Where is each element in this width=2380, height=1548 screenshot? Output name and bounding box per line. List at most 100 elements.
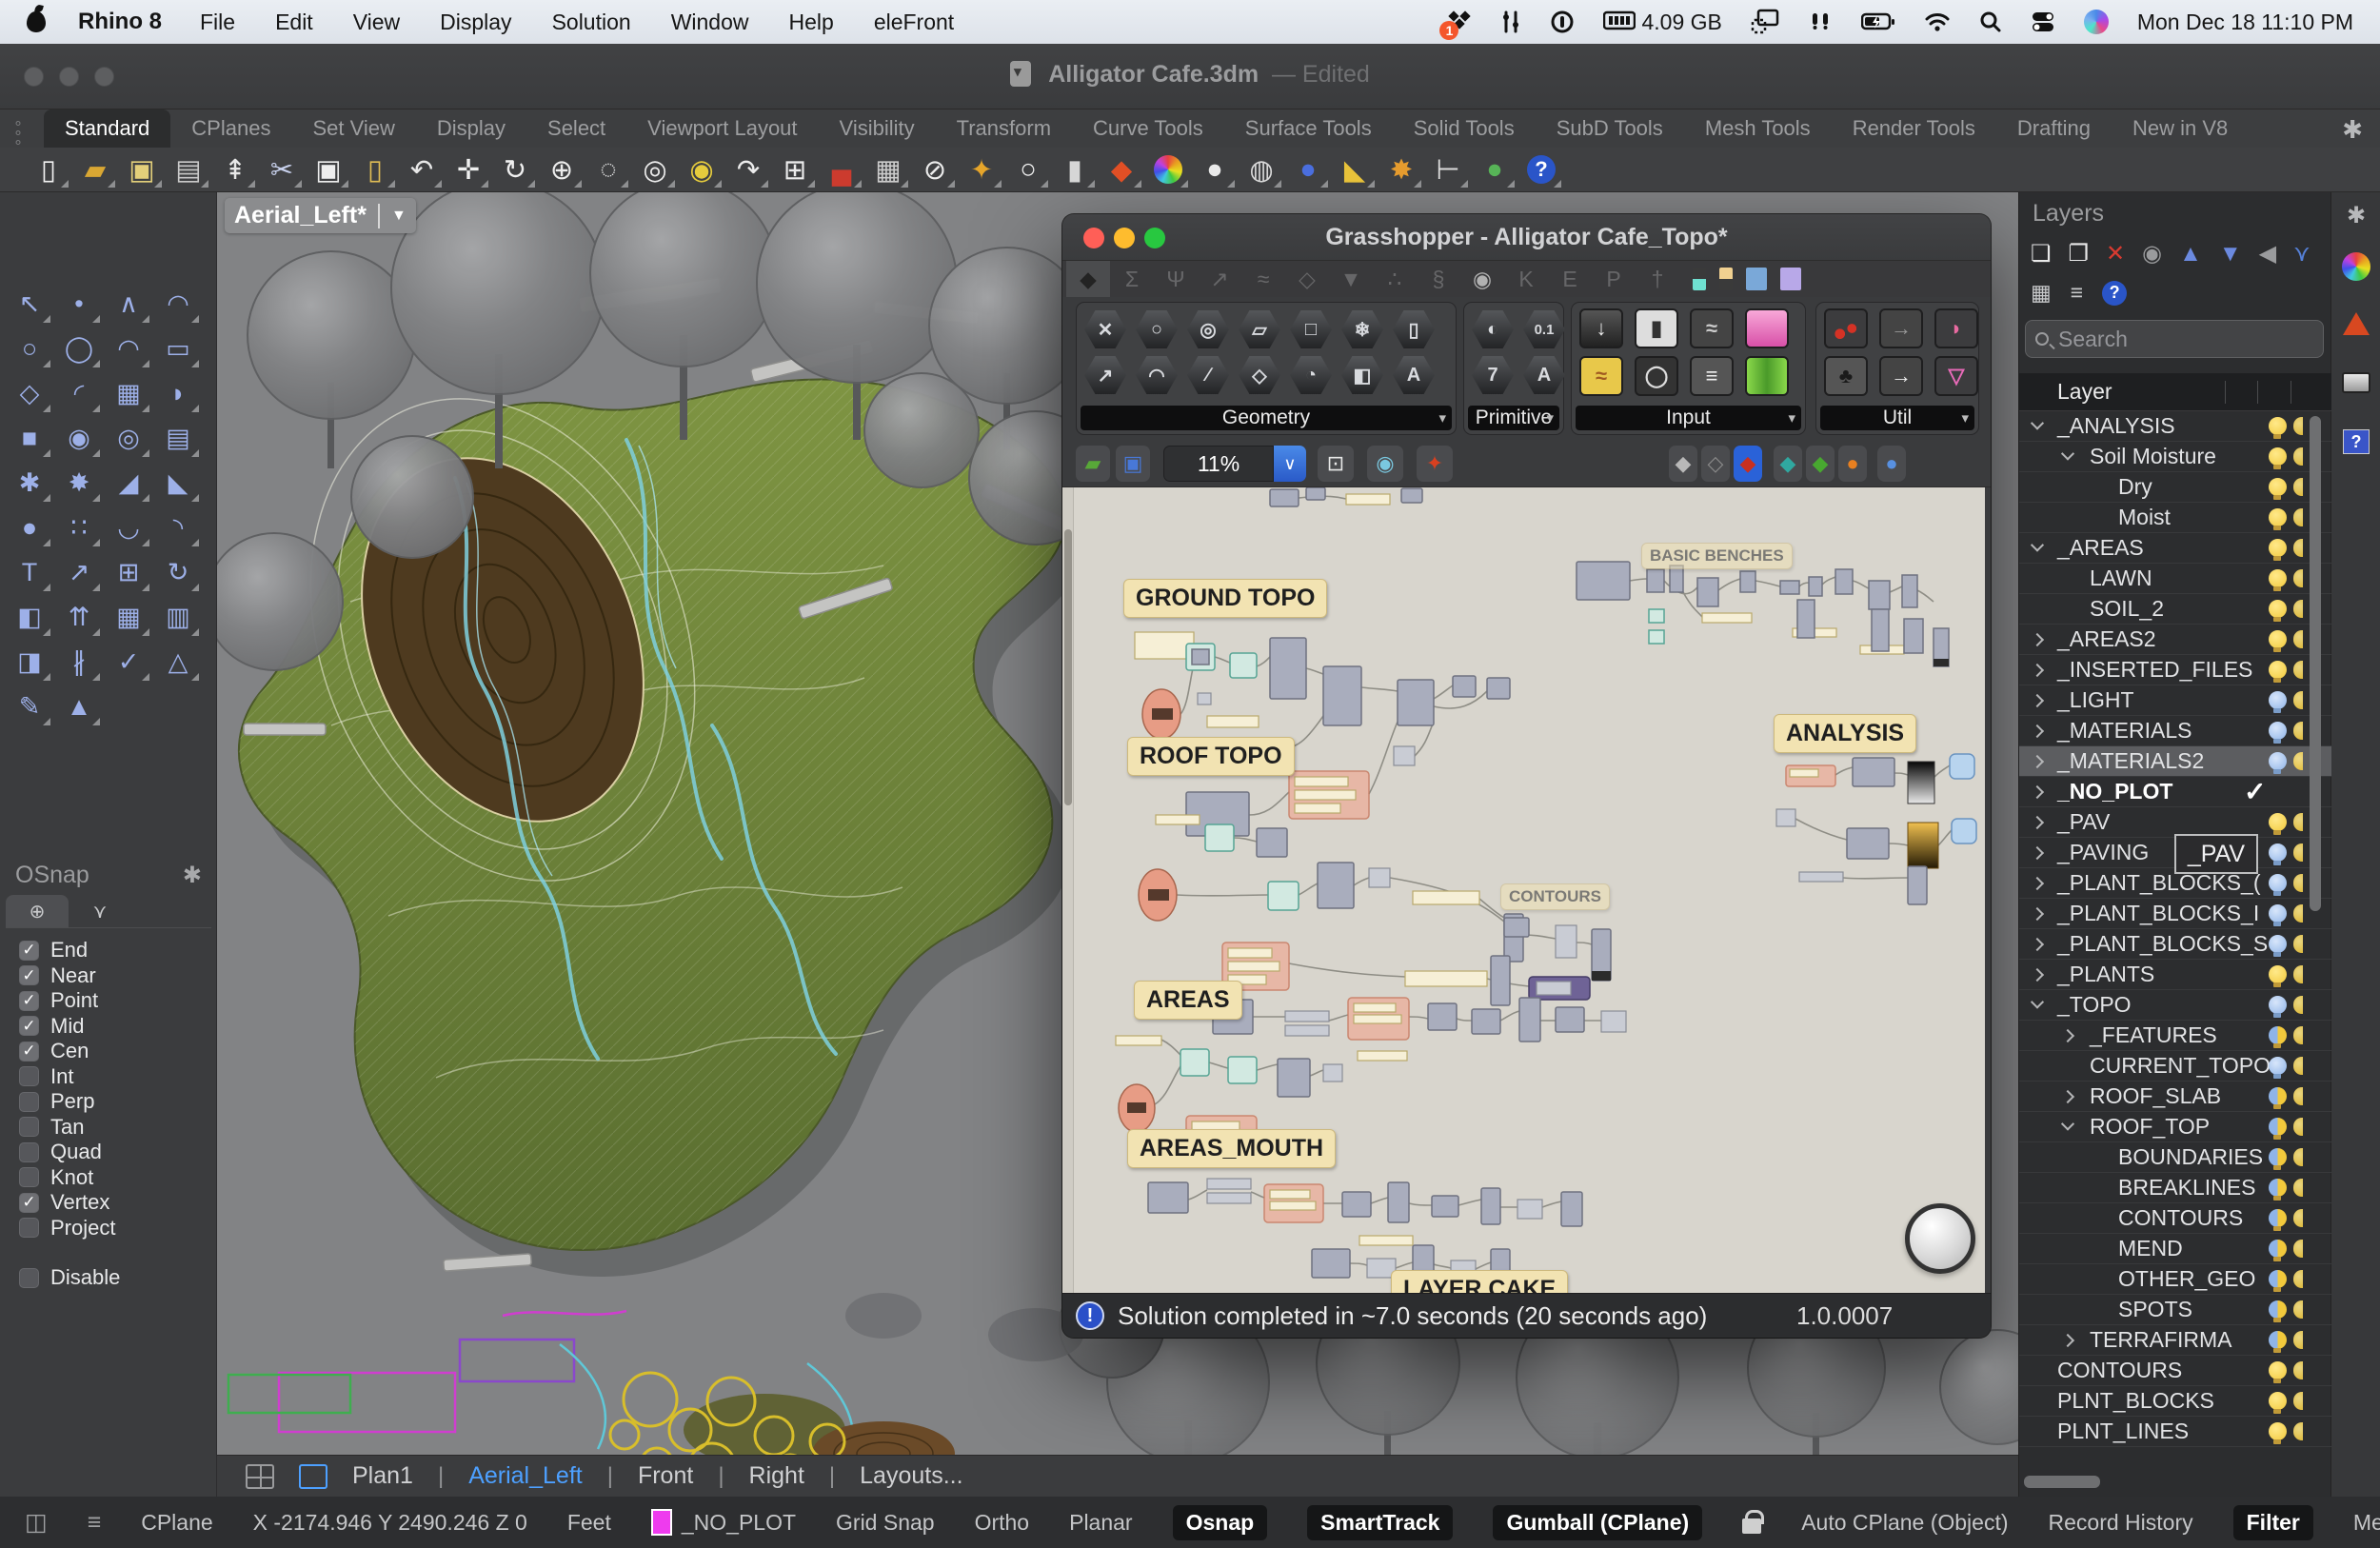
- layer-expand-chevron[interactable]: [2061, 1029, 2074, 1042]
- layer-row[interactable]: _PLANT_BLOCKS_S: [2019, 929, 2331, 960]
- print-icon[interactable]: ▤: [167, 149, 210, 189]
- light-bulb-icon[interactable]: ○: [1006, 149, 1050, 189]
- display-panel-tab[interactable]: [2341, 251, 2371, 282]
- tab-transform[interactable]: Transform: [936, 109, 1072, 148]
- named-view-car-icon[interactable]: ▄: [820, 149, 863, 189]
- layer-row[interactable]: _INSERTED_FILES: [2019, 655, 2331, 685]
- lock-icon[interactable]: ▮: [1053, 149, 1097, 189]
- circle-tool-icon[interactable]: ○: [8, 328, 51, 368]
- layer-visibility-bulb-icon[interactable]: [2269, 661, 2287, 679]
- layer-visibility-bulb-icon[interactable]: [2269, 874, 2287, 892]
- control-center-icon[interactable]: [2031, 10, 2055, 33]
- layer-plot-bulb-icon[interactable]: [2293, 1270, 2303, 1288]
- layer-plot-bulb-icon[interactable]: [2293, 904, 2303, 923]
- layer-visibility-bulb-icon[interactable]: [2269, 539, 2287, 557]
- layer-hscrollbar[interactable]: [2024, 1476, 2100, 1488]
- rotate-view-icon[interactable]: ↻: [493, 149, 537, 189]
- sets-tab[interactable]: Ψ: [1154, 261, 1198, 297]
- layer-expand-chevron[interactable]: [2031, 996, 2044, 1009]
- osnap-checkbox-vertex[interactable]: ✓: [19, 1193, 39, 1213]
- gh-canvas-scrollbar[interactable]: [1062, 487, 1074, 1293]
- gh-component-circle-icon[interactable]: ○: [1136, 310, 1178, 348]
- export-icon[interactable]: ⇞: [213, 149, 257, 189]
- sun-cone-icon[interactable]: ◣: [1333, 149, 1377, 189]
- viewport-tab-aerial_left[interactable]: Aerial_Left: [468, 1462, 583, 1490]
- layer-visibility-bulb-icon[interactable]: [2269, 935, 2287, 953]
- status-filter[interactable]: Filter: [2233, 1505, 2313, 1540]
- explode-tool-icon[interactable]: ✱: [8, 463, 51, 503]
- tab-set-view[interactable]: Set View: [291, 109, 415, 148]
- perspective-grid-icon[interactable]: ▦: [866, 149, 910, 189]
- gh-swatch-icon[interactable]: [1780, 268, 1801, 290]
- tab-mesh-tools[interactable]: Mesh Tools: [1684, 109, 1832, 148]
- undo-icon[interactable]: ↶: [400, 149, 444, 189]
- gh-component-relay-gray-icon[interactable]: →: [1879, 308, 1923, 348]
- help-icon[interactable]: ?: [1519, 149, 1563, 189]
- gh-component-cherry-icon[interactable]: [1824, 308, 1868, 348]
- orient-tool-icon[interactable]: ∦: [57, 642, 101, 682]
- layer-expand-chevron[interactable]: [2061, 1118, 2074, 1131]
- toolbar-grip[interactable]: ∘∘∘: [13, 119, 25, 148]
- layer-plot-bulb-icon[interactable]: [2293, 1331, 2303, 1349]
- surface-from-points-tool-icon[interactable]: ▦: [107, 373, 150, 413]
- layer-row[interactable]: BOUNDARIES: [2019, 1142, 2331, 1173]
- surface-grid-tool-icon[interactable]: ▤: [156, 418, 200, 458]
- layer-row[interactable]: _ANALYSIS: [2019, 411, 2331, 442]
- layer-plot-bulb-icon[interactable]: [2293, 1148, 2303, 1166]
- layer-plot-bulb-icon[interactable]: [2293, 1026, 2303, 1044]
- tab-display[interactable]: Display: [416, 109, 526, 148]
- plugin-tab[interactable]: †: [1636, 261, 1679, 297]
- battery-icon[interactable]: [1861, 12, 1895, 31]
- layer-expand-chevron[interactable]: [2061, 1090, 2074, 1103]
- layer-filter-icon[interactable]: ⋎: [2293, 240, 2311, 268]
- layer-expand-chevron[interactable]: [2031, 694, 2044, 707]
- rectangle-tool-icon[interactable]: ▭: [156, 328, 200, 368]
- grasshopper-window[interactable]: Grasshopper - Alligator Cafe_Topo* ◆ΣΨ↗≈…: [1062, 214, 1991, 1338]
- analyze-shield-icon[interactable]: ◆: [1100, 149, 1143, 189]
- layer-row[interactable]: OTHER_GEO: [2019, 1264, 2331, 1295]
- section-tool-icon[interactable]: ▥: [156, 597, 200, 637]
- blend-curve-tool-icon[interactable]: ◡: [107, 507, 150, 547]
- copy-icon[interactable]: ▣: [307, 149, 350, 189]
- layer-row[interactable]: _MATERIALS2: [2019, 746, 2331, 777]
- gh-panel-label-geometry[interactable]: Geometry: [1081, 406, 1452, 430]
- array-tool-icon[interactable]: ▦: [107, 597, 150, 637]
- gh-component-scribble-icon[interactable]: ≈: [1579, 356, 1623, 396]
- layer-expand-chevron[interactable]: [2031, 816, 2044, 829]
- layer-expand-chevron[interactable]: [2031, 907, 2044, 921]
- layer-expand-chevron[interactable]: [2061, 1334, 2074, 1347]
- layer-visibility-bulb-icon[interactable]: [2269, 1148, 2287, 1166]
- menu-item-file[interactable]: File: [200, 10, 235, 35]
- layer-row[interactable]: CONTOURS: [2019, 1356, 2331, 1386]
- gh-component-vector-icon[interactable]: ↗: [1084, 356, 1126, 394]
- menu-item-edit[interactable]: Edit: [275, 10, 313, 35]
- layer-visibility-bulb-icon[interactable]: [2269, 1209, 2287, 1227]
- layer-row[interactable]: TERRAFIRMA: [2019, 1325, 2331, 1356]
- earth-icon[interactable]: ●: [1473, 149, 1517, 189]
- gh-paint-icon[interactable]: ✦: [1417, 446, 1453, 482]
- four-viewport-icon[interactable]: [246, 1464, 274, 1489]
- layer-plot-bulb-icon[interactable]: [2293, 661, 2303, 679]
- open-file-icon[interactable]: ▰: [73, 149, 117, 189]
- layer-row[interactable]: _FEATURES: [2019, 1021, 2331, 1051]
- arc-tool-icon[interactable]: ◠: [107, 328, 150, 368]
- gh-component-relay-white-icon[interactable]: →: [1879, 356, 1923, 396]
- delete-layer-icon[interactable]: ✕: [2106, 240, 2125, 268]
- layer-visibility-bulb-icon[interactable]: [2269, 447, 2287, 466]
- menu-item-elefront[interactable]: eleFront: [874, 10, 954, 35]
- wifi-icon[interactable]: [1924, 11, 1951, 32]
- layer-row[interactable]: ROOF_TOP: [2019, 1112, 2331, 1142]
- gh-ball-orange-icon[interactable]: ●: [1838, 446, 1867, 482]
- tab-visibility[interactable]: Visibility: [819, 109, 936, 148]
- gh-component-int-icon[interactable]: 7: [1472, 356, 1514, 394]
- zoom-extents-icon[interactable]: ⊕: [540, 149, 584, 189]
- tab-render-tools[interactable]: Render Tools: [1832, 109, 1996, 148]
- gh-component-colors-icon[interactable]: [1745, 356, 1789, 396]
- layer-row[interactable]: PLNT_LINES: [2019, 1417, 2331, 1447]
- maths-tab[interactable]: Σ: [1110, 261, 1154, 297]
- layer-plot-bulb-icon[interactable]: [2293, 1361, 2303, 1379]
- offset-tool-icon[interactable]: ◝: [156, 507, 200, 547]
- gh-preview-wire-icon[interactable]: ◇: [1701, 446, 1730, 482]
- menu-item-solution[interactable]: Solution: [552, 10, 631, 35]
- sphere-tool-icon[interactable]: ◉: [57, 418, 101, 458]
